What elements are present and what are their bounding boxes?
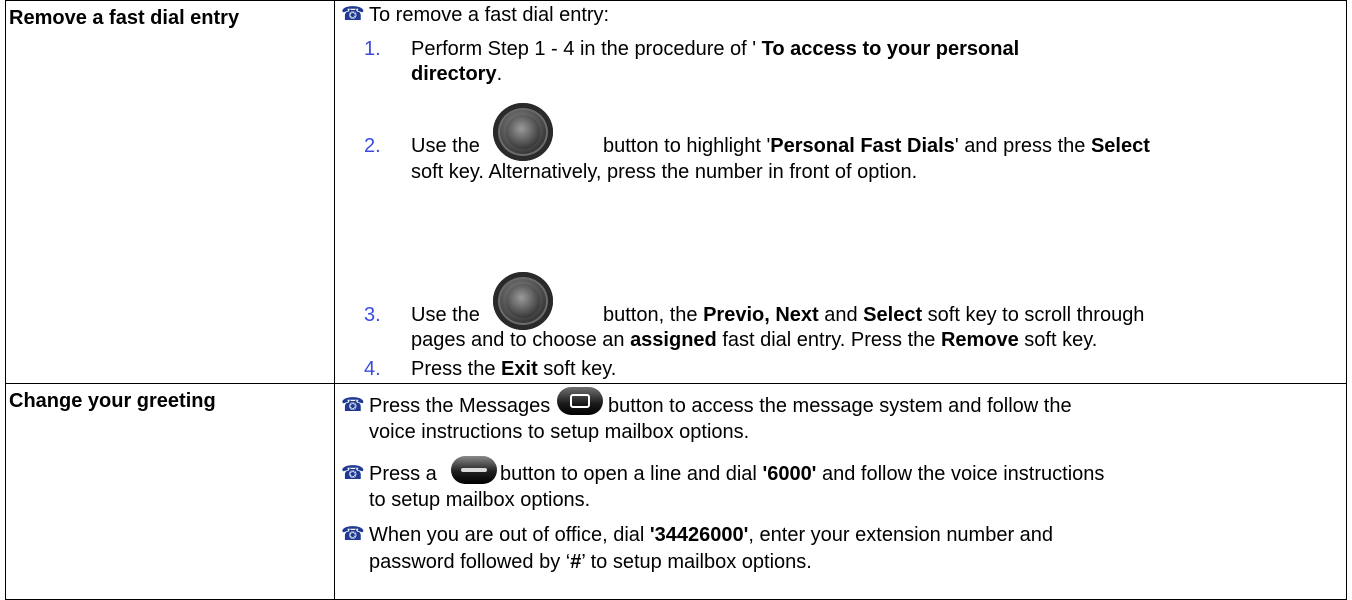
- bullet-text: to setup mailbox options.: [369, 489, 591, 511]
- step-text: pages and to choose an assigned fast dia…: [411, 329, 1098, 351]
- intro-text: To remove a fast dial entry:: [369, 4, 610, 26]
- table-row: Change your greeting ☎ Press the Message…: [5, 383, 1347, 600]
- bullet-text: button to access the message system and …: [608, 395, 1072, 417]
- bullet-text: Press the Messages: [369, 395, 551, 417]
- navigation-button-icon: [493, 272, 553, 330]
- step-number: 2.: [364, 135, 381, 157]
- step-number: 3.: [364, 304, 381, 326]
- step-text: Use the: [411, 135, 480, 157]
- step-text: Perform Step 1 - 4 in the procedure of '…: [411, 38, 1020, 60]
- table-row: Remove a fast dial entry ☎ To remove a f…: [5, 0, 1347, 384]
- bullet-text: When you are out of office, dial '344260…: [369, 524, 1054, 546]
- bullet-text: voice instructions to setup mailbox opti…: [369, 421, 750, 443]
- messages-button-icon: [557, 387, 603, 415]
- row-content: ☎ To remove a fast dial entry: 1. Perfor…: [334, 0, 1347, 384]
- telephone-icon: ☎: [341, 4, 365, 25]
- step-number: 4.: [364, 358, 381, 380]
- step-number: 1.: [364, 38, 381, 60]
- row-label: Remove a fast dial entry: [5, 0, 335, 384]
- line-button-icon: [451, 456, 497, 484]
- step-text: button, the Previo, Next and Select soft…: [603, 304, 1145, 326]
- bullet-text: password followed by ‘#’ to setup mailbo…: [369, 551, 812, 573]
- step-text: Use the: [411, 304, 480, 326]
- telephone-icon: ☎: [341, 524, 365, 545]
- instruction-table: Remove a fast dial entry ☎ To remove a f…: [5, 0, 1347, 600]
- step-text: Press the Exit soft key.: [411, 358, 617, 380]
- row-content: ☎ Press the Messages button to access th…: [334, 383, 1347, 600]
- navigation-button-icon: [493, 103, 553, 161]
- step-text: soft key. Alternatively, press the numbe…: [411, 161, 918, 183]
- bullet-text: button to open a line and dial '6000' an…: [500, 463, 1105, 485]
- bullet-text: Press a: [369, 463, 437, 485]
- telephone-icon: ☎: [341, 463, 365, 484]
- telephone-icon: ☎: [341, 395, 365, 416]
- row-label: Change your greeting: [5, 383, 335, 600]
- step-text: button to highlight 'Personal Fast Dials…: [603, 135, 1150, 157]
- step-text: directory.: [411, 63, 503, 85]
